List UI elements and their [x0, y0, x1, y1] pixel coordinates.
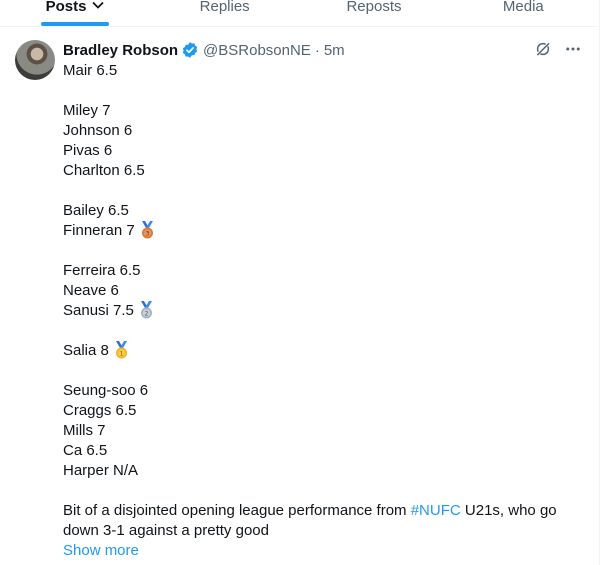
rating-line: Ferreira 6.5 [63, 262, 141, 279]
author-handle[interactable]: @BSRobsonNE [203, 42, 311, 59]
first-place-medal-icon: 1 [113, 341, 130, 359]
tab-posts-label: Posts [45, 0, 87, 15]
rating-line-with-medal: Sanusi 7.5 2 [63, 301, 583, 321]
verified-badge-icon[interactable] [181, 41, 199, 59]
rating-line: Neave 6 [63, 282, 119, 299]
rating-line: Miley 7 [63, 102, 111, 119]
tab-media-label: Media [502, 0, 544, 15]
rating-line-with-medal: Finneran 7 3 [63, 221, 583, 241]
tweet-header: Bradley Robson @BSRobsonNE · 5m [63, 40, 345, 60]
column-divider [599, 0, 600, 565]
tweet-text: Mair 6.5 Miley 7 Johnson 6 Pivas 6 Charl… [63, 61, 583, 561]
tab-media[interactable]: Media [449, 0, 598, 26]
avatar[interactable] [15, 40, 55, 80]
rating-line: Mills 7 [63, 422, 106, 439]
svg-text:3: 3 [145, 230, 149, 237]
summary-text: Bit of a disjointed opening league perfo… [63, 502, 411, 519]
tab-posts[interactable]: Posts [0, 0, 150, 26]
rating-line: Bailey 6.5 [63, 202, 129, 219]
grok-icon[interactable] [533, 39, 553, 59]
profile-timeline: Posts Replies Reposts Media Bradley Robs… [0, 0, 605, 565]
more-icon[interactable] [563, 39, 583, 59]
tab-replies-label: Replies [199, 0, 250, 15]
svg-text:1: 1 [119, 350, 123, 357]
show-more-link[interactable]: Show more [63, 541, 583, 561]
tab-reposts[interactable]: Reposts [299, 0, 448, 26]
tweet-timestamp[interactable]: 5m [324, 42, 345, 59]
rating-text: Salia 8 [63, 342, 109, 359]
summary-paragraph: Bit of a disjointed opening league perfo… [63, 501, 583, 541]
tab-reposts-label: Reposts [346, 0, 402, 15]
header-separator: · [314, 41, 320, 59]
rating-line-with-medal: Salia 8 1 [63, 341, 583, 361]
rating-line: Harper N/A [63, 462, 139, 479]
hashtag-link[interactable]: #NUFC [411, 502, 461, 519]
rating-line: Ca 6.5 [63, 442, 108, 459]
rating-line: Seung-soo 6 [63, 382, 149, 399]
rating-line: Pivas 6 [63, 142, 113, 159]
tweet[interactable]: Bradley Robson @BSRobsonNE · 5m Mair 6.5… [0, 27, 598, 565]
rating-text: Sanusi 7.5 [63, 302, 134, 319]
second-place-medal-icon: 2 [138, 301, 155, 319]
tweet-actions [533, 39, 583, 59]
third-place-medal-icon: 3 [139, 221, 156, 239]
rating-text: Finneran 7 [63, 222, 135, 239]
rating-line: Johnson 6 [63, 122, 133, 139]
rating-line: Mair 6.5 [63, 62, 118, 79]
chevron-down-icon [92, 0, 105, 12]
svg-text:2: 2 [144, 310, 148, 317]
author-name[interactable]: Bradley Robson [63, 42, 178, 59]
rating-line: Charlton 6.5 [63, 162, 145, 179]
profile-tabs: Posts Replies Reposts Media [0, 0, 598, 27]
tab-replies[interactable]: Replies [150, 0, 299, 26]
rating-line: Craggs 6.5 [63, 402, 137, 419]
